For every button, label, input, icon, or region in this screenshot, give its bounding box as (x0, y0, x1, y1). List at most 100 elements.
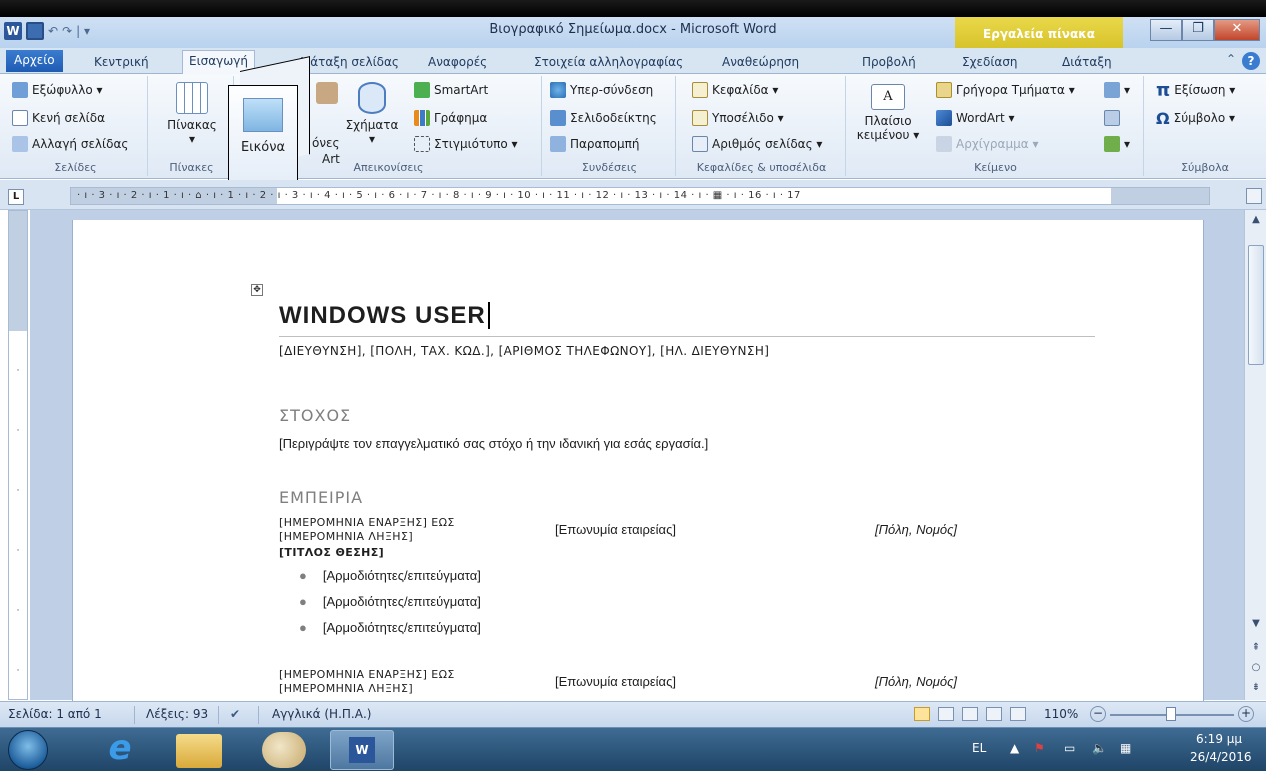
cover-page-button[interactable]: Εξώφυλλο ▾ (12, 80, 103, 100)
zoom-level[interactable]: 110% (1044, 707, 1078, 721)
experience-heading[interactable]: ΕΜΠΕΙΡΙΑ (279, 488, 363, 507)
object-button[interactable]: ▾ (1104, 134, 1130, 154)
network-icon[interactable]: ▭ (1064, 741, 1075, 755)
group-pages: Εξώφυλλο ▾ Κενή σελίδα Αλλαγή σελίδας Σε… (4, 76, 148, 176)
hyperlink-button[interactable]: Υπερ-σύνδεση (550, 80, 653, 100)
action-center-icon[interactable]: ⚑ (1034, 741, 1045, 755)
quick-parts-button[interactable]: Γρήγορα Τμήματα ▾ (936, 80, 1075, 100)
symbol-button[interactable]: Ω Σύμβολο ▾ (1156, 108, 1235, 128)
job-location[interactable]: [Πόλη, Νομός] (875, 522, 957, 537)
equation-button[interactable]: π Εξίσωση ▾ (1156, 80, 1235, 101)
shapes-button[interactable]: Σχήματα ▾ (342, 82, 402, 146)
tab-review[interactable]: Αναθεώρηση (716, 52, 805, 74)
objective-heading[interactable]: ΣΤΟΧΟΣ (279, 406, 351, 425)
help-icon[interactable]: ? (1242, 52, 1260, 70)
footer-button[interactable]: Υποσέλιδο ▾ (692, 108, 784, 128)
list-item[interactable]: ● [Αρμοδιότητες/επιτεύγματα] (299, 620, 481, 635)
job-dates-line1[interactable]: [ΗΜΕΡΟΜΗΝΙΑ ΕΝΑΡΞΗΣ] ΕΩΣ (279, 516, 455, 529)
scroll-thumb[interactable] (1248, 245, 1264, 365)
browse-object-icon[interactable]: ○ (1248, 662, 1264, 678)
list-item[interactable]: ● [Αρμοδιότητες/επιτεύγματα] (299, 568, 481, 583)
job-location[interactable]: [Πόλη, Νομός] (875, 674, 957, 689)
flag-icon[interactable]: ▦ (1120, 741, 1131, 755)
page-number-button[interactable]: Αριθμός σελίδας ▾ (692, 134, 822, 154)
document-page[interactable]: ✥ WINDOWS USER [ΔΙΕΥΘΥΝΣΗ], [ΠΟΛΗ, ΤΑΧ. … (72, 220, 1204, 710)
page-break-button[interactable]: Αλλαγή σελίδας (12, 134, 128, 154)
screenshot-icon (414, 136, 430, 152)
word-count[interactable]: Λέξεις: 93 (146, 707, 208, 721)
horizontal-ruler[interactable]: · ı · 3 · ı · 2 · ı · 1 · ı · ⌂ · ı · 1 … (70, 187, 1210, 205)
resume-name[interactable]: WINDOWS USER (279, 302, 490, 330)
job-company[interactable]: [Επωνυμία εταιρείας] (555, 674, 676, 689)
show-hidden-icons-icon[interactable]: ▲ (1010, 741, 1019, 755)
tab-view[interactable]: Προβολή (856, 52, 922, 74)
full-screen-reading-icon[interactable] (938, 707, 954, 721)
cross-reference-button[interactable]: Παραπομπή (550, 134, 640, 154)
job-title[interactable]: [ΤΙΤΛΟΣ ΘΕΣΗΣ] (279, 546, 384, 559)
table-button[interactable]: Πίνακας ▾ (162, 82, 222, 146)
maximize-button[interactable]: ❐ (1182, 19, 1214, 41)
zoom-in-icon[interactable]: + (1238, 706, 1254, 722)
tab-table-design[interactable]: Σχεδίαση (956, 52, 1024, 74)
bookmark-button[interactable]: Σελιδοδείκτης (550, 108, 657, 128)
close-button[interactable]: ✕ (1214, 19, 1260, 41)
table-icon (176, 82, 208, 114)
proofing-icon[interactable]: ✔ (230, 707, 240, 721)
job-dates-line2[interactable]: [ΗΜΕΡΟΜΗΝΙΑ ΛΗΞΗΣ] (279, 530, 413, 543)
zoom-slider-thumb[interactable] (1166, 707, 1176, 721)
vertical-ruler[interactable]: · · · · · · (8, 210, 28, 700)
internet-explorer-icon[interactable]: e (92, 730, 148, 770)
tab-mailings[interactable]: Στοιχεία αλληλογραφίας (528, 52, 689, 74)
list-item[interactable]: ● [Αρμοδιότητες/επιτεύγματα] (299, 594, 481, 609)
view-ruler-icon[interactable] (1246, 188, 1262, 204)
tab-home[interactable]: Κεντρική (88, 52, 155, 74)
tab-table-layout[interactable]: Διάταξη (1056, 52, 1118, 74)
scroll-down-icon[interactable]: ▼ (1248, 618, 1264, 634)
picture-tooltip-label: Εικόνα (240, 140, 286, 155)
page-count[interactable]: Σελίδα: 1 από 1 (8, 707, 102, 721)
input-language[interactable]: EL (972, 741, 986, 755)
contact-line[interactable]: [ΔΙΕΥΘΥΝΣΗ], [ΠΟΛΗ, ΤΑΧ. ΚΩΔ.], [ΑΡΙΘΜΟΣ… (279, 344, 769, 358)
date-time-button[interactable] (1104, 108, 1120, 128)
header-button[interactable]: Κεφαλίδα ▾ (692, 80, 778, 100)
clock-date[interactable]: 26/4/2016 (1190, 750, 1252, 764)
group-tables: Πίνακας ▾ Πίνακες (150, 76, 234, 176)
print-layout-icon[interactable] (914, 707, 930, 721)
volume-icon[interactable]: 🔈 (1092, 741, 1107, 755)
outline-icon[interactable] (986, 707, 1002, 721)
cross-reference-icon (550, 136, 566, 152)
chart-button[interactable]: Γράφημα (414, 108, 487, 128)
screenshot-button[interactable]: Στιγμιότυπο ▾ (414, 134, 518, 154)
smartart-button[interactable]: SmartArt (414, 80, 488, 100)
language-indicator[interactable]: Αγγλικά (Η.Π.Α.) (272, 707, 371, 721)
clock-time[interactable]: 6:19 μμ (1196, 732, 1242, 746)
paint-icon[interactable] (262, 732, 306, 768)
tab-file[interactable]: Αρχείο (6, 50, 63, 72)
next-page-icon[interactable]: ⇟ (1248, 682, 1264, 698)
tab-selector[interactable]: L (8, 189, 24, 205)
footer-icon (692, 110, 708, 126)
job-dates-line1[interactable]: [ΗΜΕΡΟΜΗΝΙΑ ΕΝΑΡΞΗΣ] ΕΩΣ (279, 668, 455, 681)
text-box-button[interactable]: A Πλαίσιο κειμένου ▾ (852, 84, 924, 142)
blank-page-button[interactable]: Κενή σελίδα (12, 108, 105, 128)
vertical-scrollbar[interactable]: ▲ ▼ ⇞ ○ ⇟ (1244, 210, 1266, 700)
web-layout-icon[interactable] (962, 707, 978, 721)
table-move-handle-icon[interactable]: ✥ (251, 284, 263, 296)
picture-button-hover[interactable]: Εικόνα (228, 56, 316, 181)
minimize-button[interactable]: — (1150, 19, 1182, 41)
drop-cap-button[interactable]: Αρχίγραμμα ▾ (936, 134, 1038, 154)
zoom-out-icon[interactable]: − (1090, 706, 1106, 722)
wordart-button[interactable]: WordArt ▾ (936, 108, 1015, 128)
tab-references[interactable]: Αναφορές (422, 52, 493, 74)
job-dates-line2[interactable]: [ΗΜΕΡΟΜΗΝΙΑ ΛΗΞΗΣ] (279, 682, 413, 695)
minimize-ribbon-icon[interactable]: ⌃ (1226, 52, 1236, 66)
start-button[interactable] (8, 730, 48, 770)
previous-page-icon[interactable]: ⇞ (1248, 642, 1264, 658)
word-taskbar-button[interactable]: W (330, 730, 394, 770)
draft-icon[interactable] (1010, 707, 1026, 721)
scroll-up-icon[interactable]: ▲ (1248, 214, 1264, 230)
file-explorer-icon[interactable] (176, 734, 222, 768)
objective-text[interactable]: [Περιγράψτε τον επαγγελματικό σας στόχο … (279, 436, 708, 451)
job-company[interactable]: [Επωνυμία εταιρείας] (555, 522, 676, 537)
signature-line-button[interactable]: ▾ (1104, 80, 1130, 100)
